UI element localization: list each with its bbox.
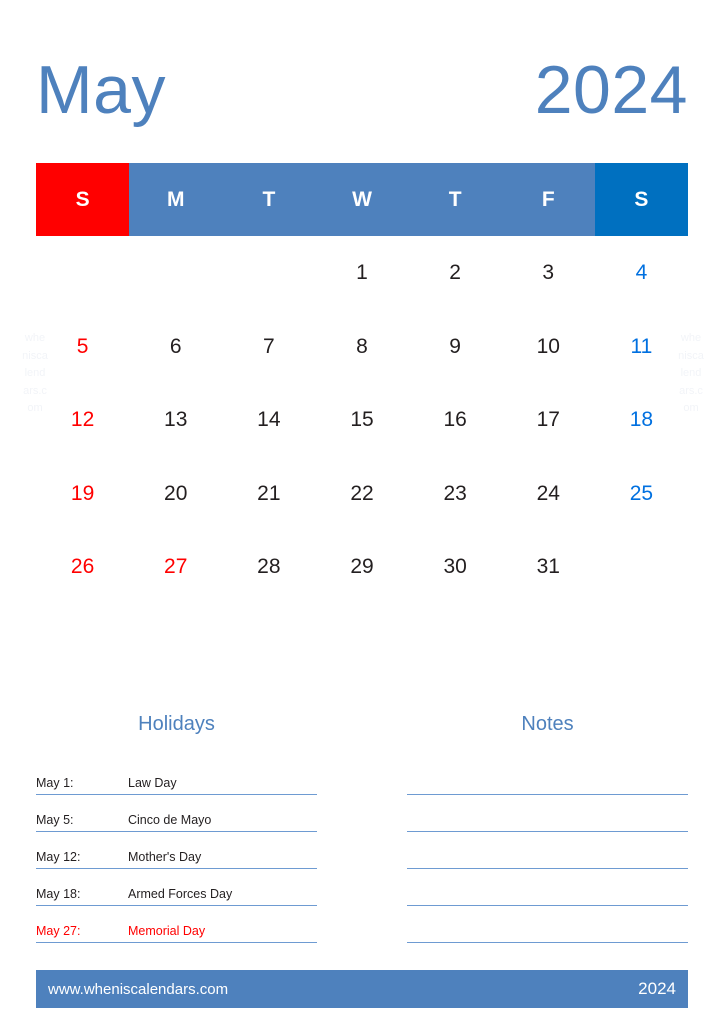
calendar-day-6[interactable]: 6: [129, 310, 222, 384]
calendar-weeks: 1 2 3 4 5 6 7 8 9 10 11 12 13 14 15 16 17 18 19 20 21 22 23 24 2…: [36, 236, 688, 604]
calendar-day-27[interactable]: 27: [129, 530, 222, 604]
calendar-day-14[interactable]: 14: [222, 383, 315, 457]
weekday-header-0: S: [36, 163, 130, 236]
calendar-day-20[interactable]: 20: [129, 457, 222, 531]
note-line[interactable]: [407, 795, 688, 832]
holiday-date: May 1:: [36, 776, 74, 790]
year-title: 2024: [534, 52, 688, 128]
calendar-day-25[interactable]: 25: [595, 457, 688, 531]
calendar-week-row: 19 20 21 22 23 24 25: [36, 457, 688, 531]
calendar-title-row: May 2024: [36, 46, 688, 134]
holiday-name: Law Day: [128, 776, 177, 790]
holiday-name: Cinco de Mayo: [128, 813, 212, 827]
calendar-week-row: 12 13 14 15 16 17 18: [36, 383, 688, 457]
holiday-row: May 27: Memorial Day: [36, 906, 317, 943]
note-line[interactable]: [407, 869, 688, 906]
calendar-day-17[interactable]: 17: [502, 383, 595, 457]
holiday-name: Armed Forces Day: [128, 887, 233, 901]
holiday-date: May 5:: [36, 813, 74, 827]
calendar-day-empty: [36, 236, 129, 310]
holiday-name: Mother's Day: [128, 850, 202, 864]
notes-panel: Notes: [407, 712, 688, 943]
note-line[interactable]: [407, 906, 688, 943]
note-line[interactable]: [407, 832, 688, 869]
calendar-day-7[interactable]: 7: [222, 310, 315, 384]
calendar-day-22[interactable]: 22: [315, 457, 408, 531]
notes-lines: [407, 758, 688, 943]
calendar-day-4[interactable]: 4: [595, 236, 688, 310]
weekday-header-6: S: [594, 163, 688, 236]
calendar-day-23[interactable]: 23: [409, 457, 502, 531]
footer-bar: www.wheniscalendars.com 2024: [36, 970, 688, 1008]
holiday-row: May 18: Armed Forces Day: [36, 869, 317, 906]
bottom-panels: Holidays May 1: Law Day May 5: Cinco de May…: [36, 712, 688, 943]
calendar-day-empty: [222, 236, 315, 310]
calendar-day-31[interactable]: 31: [502, 530, 595, 604]
calendar-day-12[interactable]: 12: [36, 383, 129, 457]
calendar-grid: SMTWTFS 1 2 3 4 5 6 7 8 9 10 11 12 13 14 15 16 17 18 19 20 2…: [36, 163, 688, 604]
weekday-header-3: W: [315, 163, 409, 236]
calendar-day-empty: [595, 530, 688, 604]
holidays-panel: Holidays May 1: Law Day May 5: Cinco de May…: [36, 712, 317, 943]
calendar-day-3[interactable]: 3: [502, 236, 595, 310]
month-title: May: [36, 52, 166, 128]
calendar-day-13[interactable]: 13: [129, 383, 222, 457]
holiday-date: May 27:: [36, 924, 81, 938]
calendar-day-28[interactable]: 28: [222, 530, 315, 604]
weekday-header-1: M: [129, 163, 223, 236]
notes-title: Notes: [521, 713, 574, 735]
calendar-day-21[interactable]: 21: [222, 457, 315, 531]
calendar-day-18[interactable]: 18: [595, 383, 688, 457]
holiday-row: May 1: Law Day: [36, 758, 317, 795]
calendar-day-16[interactable]: 16: [409, 383, 502, 457]
weekday-header-row: SMTWTFS: [36, 163, 688, 236]
note-line[interactable]: [407, 758, 688, 795]
calendar-day-empty: [129, 236, 222, 310]
calendar-day-10[interactable]: 10: [502, 310, 595, 384]
footer-website[interactable]: www.wheniscalendars.com: [48, 981, 228, 998]
calendar-day-15[interactable]: 15: [315, 383, 408, 457]
holidays-list: May 1: Law Day May 5: Cinco de Mayo May 12: M…: [36, 758, 317, 943]
weekday-header-5: F: [501, 163, 595, 236]
calendar-week-row: 26 27 28 29 30 31: [36, 530, 688, 604]
calendar-day-1[interactable]: 1: [315, 236, 408, 310]
weekday-header-4: T: [408, 163, 502, 236]
calendar-week-row: 1234: [36, 236, 688, 310]
holiday-row: May 5: Cinco de Mayo: [36, 795, 317, 832]
holidays-title: Holidays: [138, 713, 215, 735]
calendar-day-9[interactable]: 9: [409, 310, 502, 384]
calendar-day-2[interactable]: 2: [409, 236, 502, 310]
weekday-header-2: T: [222, 163, 316, 236]
calendar-day-11[interactable]: 11: [595, 310, 688, 384]
footer-year: 2024: [638, 979, 676, 998]
calendar-day-5[interactable]: 5: [36, 310, 129, 384]
holiday-name: Memorial Day: [128, 924, 206, 938]
calendar-day-8[interactable]: 8: [315, 310, 408, 384]
holiday-row: May 12: Mother's Day: [36, 832, 317, 869]
calendar-day-24[interactable]: 24: [502, 457, 595, 531]
holiday-date: May 12:: [36, 850, 81, 864]
calendar-day-19[interactable]: 19: [36, 457, 129, 531]
calendar-page: wheniscalendars.com wheniscalendars.com …: [0, 0, 724, 1024]
holiday-date: May 18:: [36, 887, 81, 901]
calendar-day-26[interactable]: 26: [36, 530, 129, 604]
calendar-day-29[interactable]: 29: [315, 530, 408, 604]
calendar-week-row: 5 6 7 8 9 10 11: [36, 310, 688, 384]
calendar-day-30[interactable]: 30: [409, 530, 502, 604]
